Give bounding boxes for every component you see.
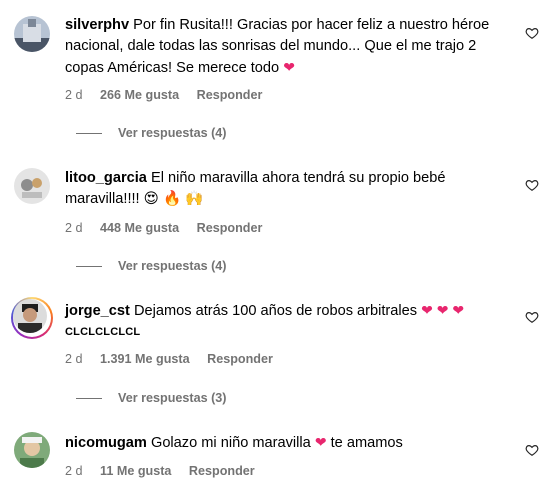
timestamp: 2 d: [65, 352, 83, 366]
heart-outline-icon[interactable]: [525, 178, 539, 192]
timestamp: 2 d: [65, 88, 83, 102]
view-replies-button[interactable]: Ver respuestas (3): [76, 391, 227, 405]
comment-text: Dejamos atrás 100 años de robos arbitral…: [133, 303, 418, 319]
timestamp: 2 d: [65, 221, 83, 235]
view-replies-label: Ver respuestas (3): [118, 391, 227, 405]
avatar[interactable]: [14, 432, 50, 468]
reply-button[interactable]: Responder: [207, 352, 273, 366]
heart-outline-icon[interactable]: [525, 310, 539, 324]
view-replies-label: Ver respuestas (4): [118, 126, 227, 140]
avatar[interactable]: [14, 16, 50, 52]
likes-count[interactable]: 11 Me gusta: [100, 464, 171, 478]
likes-count[interactable]: 448 Me gusta: [100, 221, 179, 235]
heart-emoji: ❤: [283, 59, 295, 75]
comment-text-end: te amamos: [330, 435, 403, 451]
comment-text-extra: CLCLCLCLCL: [65, 326, 141, 338]
heart-outline-icon[interactable]: [525, 26, 539, 40]
divider: [76, 132, 102, 134]
heart-emoji: ❤: [314, 434, 327, 450]
likes-count[interactable]: 266 Me gusta: [100, 88, 179, 102]
reply-button[interactable]: Responder: [197, 88, 263, 102]
heart-emoji: ❤ ❤ ❤: [421, 302, 465, 318]
comment-text: Golazo mi niño maravilla: [150, 435, 311, 451]
reply-button[interactable]: Responder: [197, 221, 263, 235]
username[interactable]: jorge_cst: [65, 303, 130, 319]
avatar-story-ring[interactable]: [11, 297, 53, 339]
avatar[interactable]: [14, 168, 50, 204]
avatar: [13, 299, 47, 333]
username[interactable]: silverphv: [65, 17, 129, 33]
heart-outline-icon[interactable]: [525, 443, 539, 457]
username[interactable]: litoo_garcia: [65, 170, 147, 186]
comment-text: Por fin Rusita!!! Gracias por hacer feli…: [65, 17, 490, 76]
timestamp: 2 d: [65, 464, 83, 478]
divider: [76, 265, 102, 267]
reply-button[interactable]: Responder: [189, 464, 255, 478]
username[interactable]: nicomugam: [65, 435, 147, 451]
view-replies-button[interactable]: Ver respuestas (4): [76, 259, 227, 273]
view-replies-label: Ver respuestas (4): [118, 259, 227, 273]
divider: [76, 397, 102, 399]
emoji-group: 😍 🔥 🙌: [143, 191, 204, 207]
view-replies-button[interactable]: Ver respuestas (4): [76, 126, 227, 140]
likes-count[interactable]: 1.391 Me gusta: [100, 352, 190, 366]
